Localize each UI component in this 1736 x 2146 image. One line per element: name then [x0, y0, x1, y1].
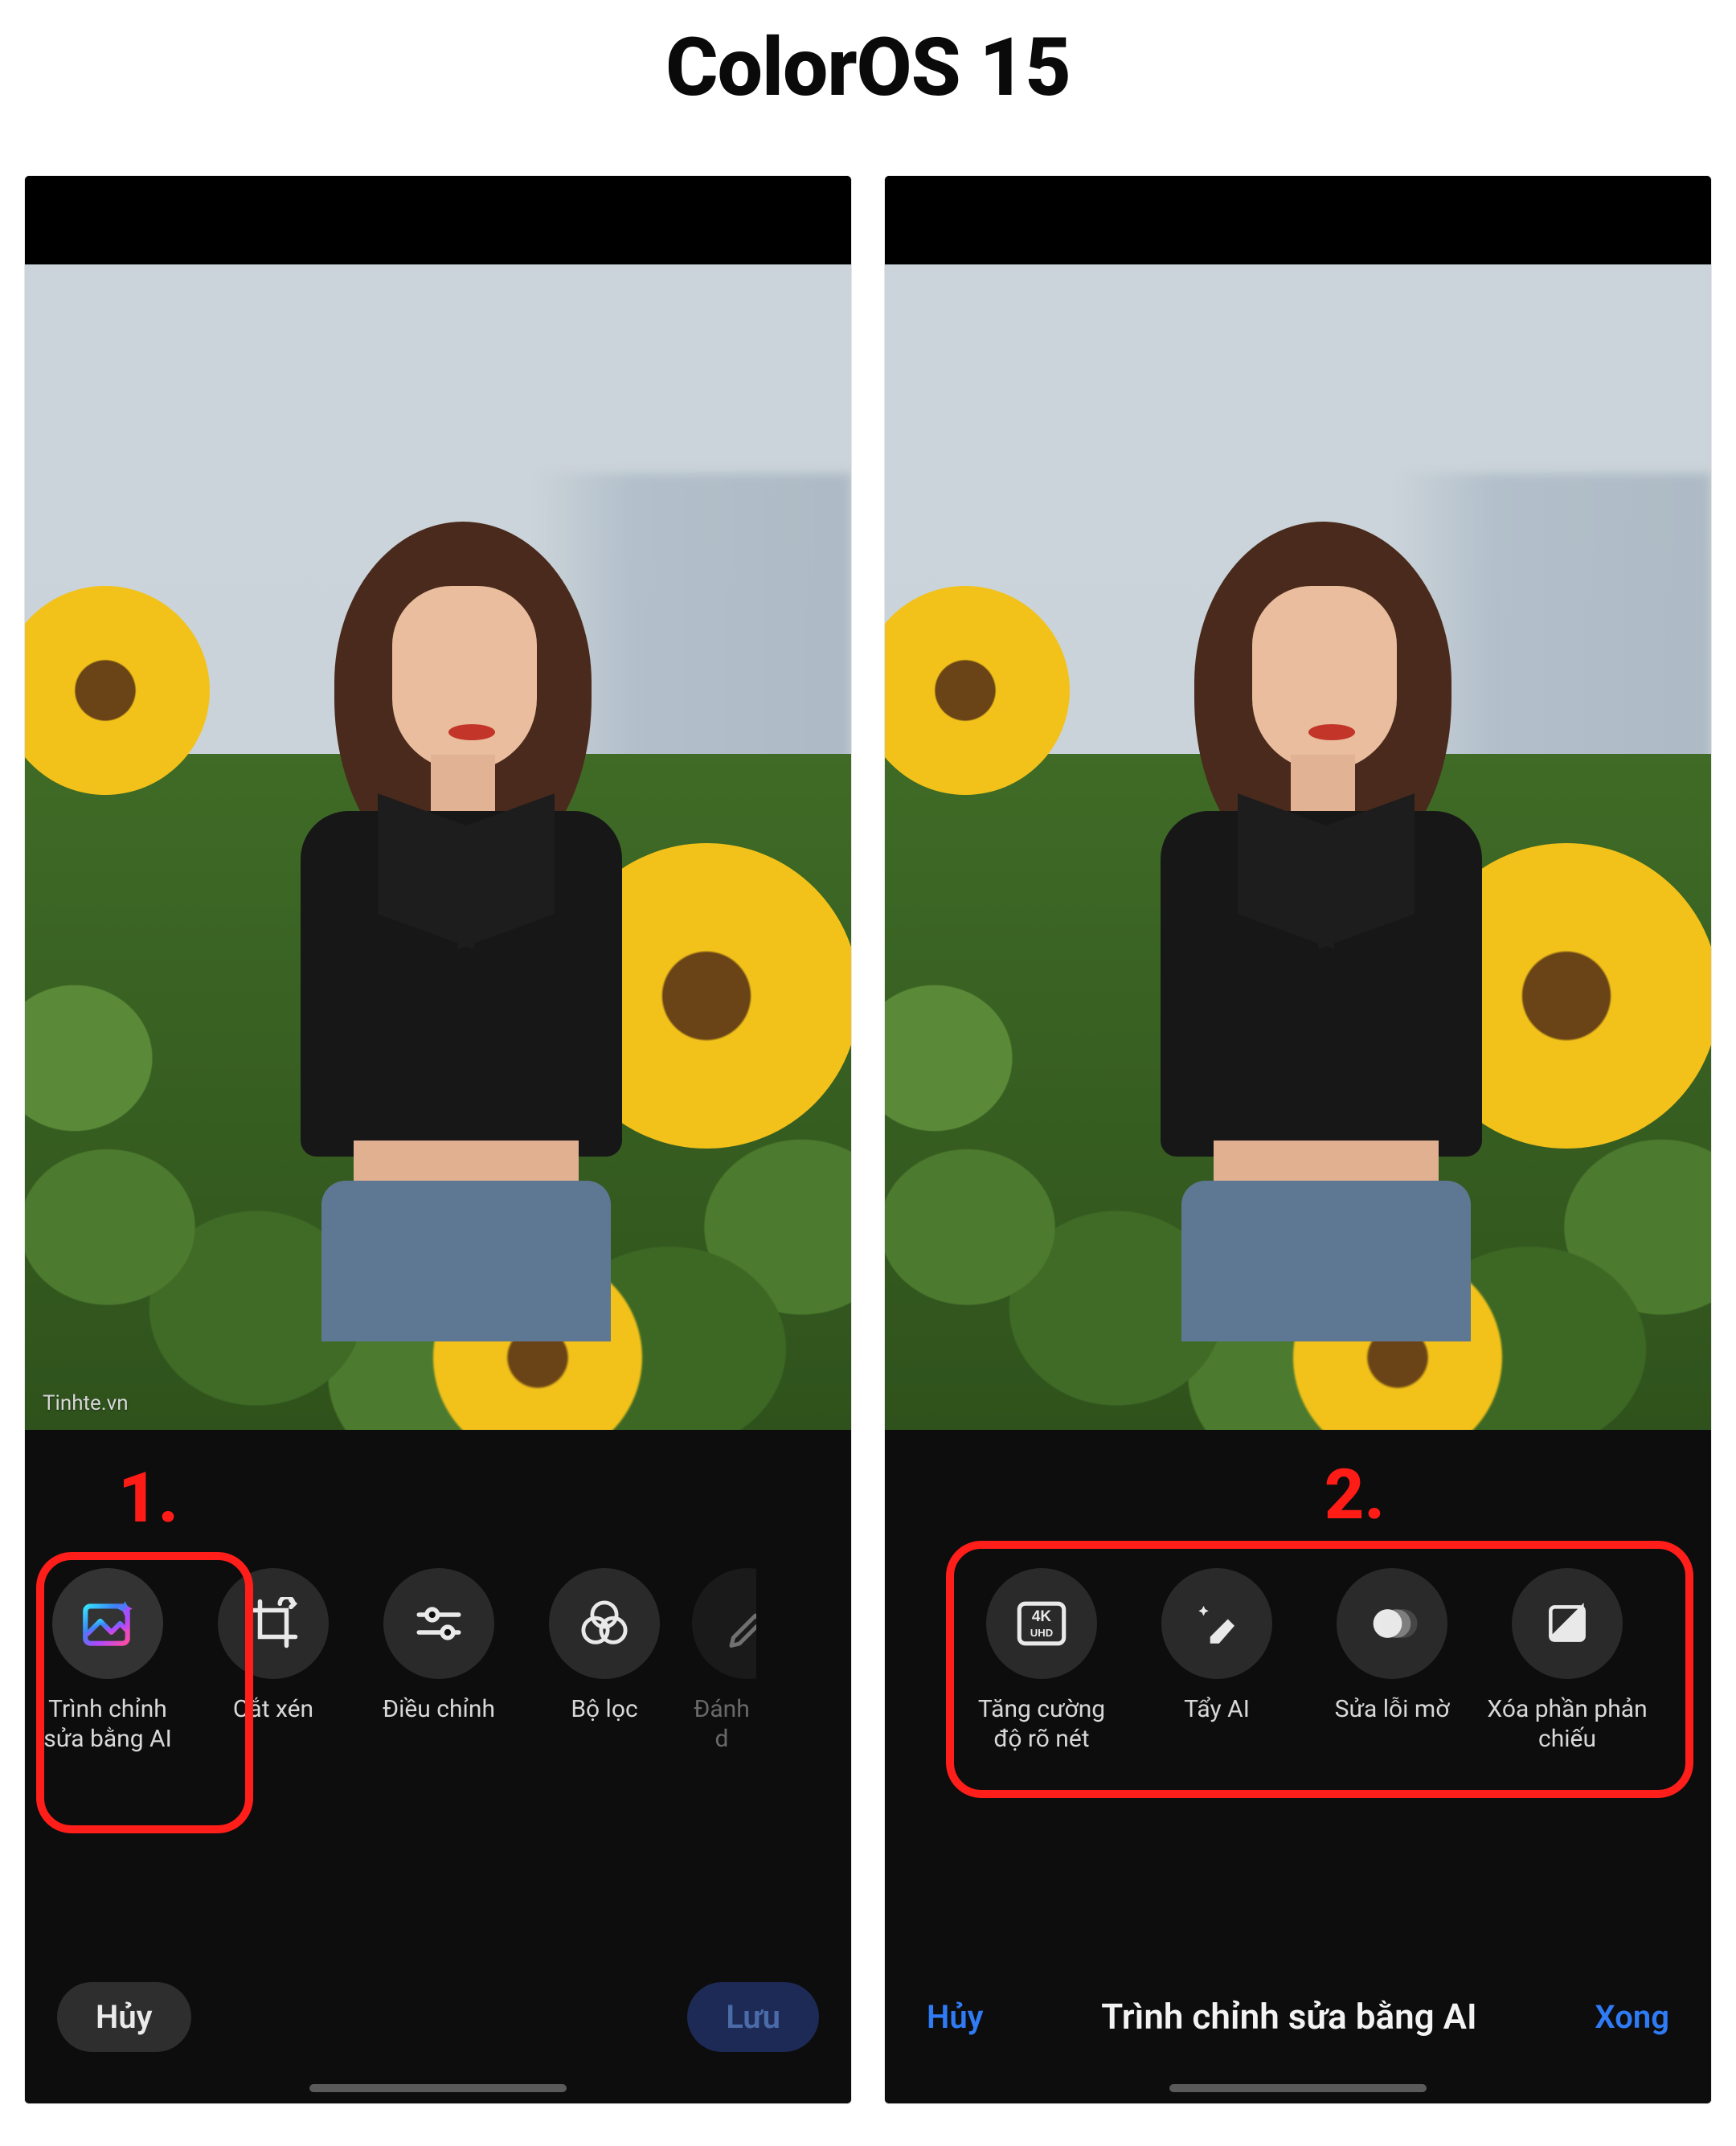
edited-photo-preview[interactable]	[885, 264, 1711, 1430]
tool-adjust[interactable]: Điều chỉnh	[356, 1568, 522, 1725]
panel-title: Trình chỉnh sửa bằng AI	[984, 1996, 1595, 2037]
sliders-icon	[383, 1568, 494, 1679]
tool-label: Điều chỉnh	[383, 1695, 495, 1725]
tool-label: Sửa lỗi mờ	[1335, 1695, 1450, 1725]
tool-ai-eraser[interactable]: Tẩy AI	[1129, 1568, 1304, 1725]
phone-screenshot-left: Tinhte.vn 1.	[24, 175, 852, 2104]
ai-sparkle-frame-icon	[52, 1568, 163, 1679]
tool-label: Tẩy AI	[1184, 1695, 1250, 1725]
crop-icon	[218, 1568, 329, 1679]
page-title: ColorOS 15	[0, 21, 1736, 115]
annotation-step-number: 1.	[118, 1457, 178, 1538]
ai-editor-footer-bar: Hủy Trình chỉnh sửa bằng AI Xong	[885, 1968, 1711, 2065]
tool-markup[interactable]: Đánh d	[687, 1568, 756, 1754]
watermark-text: Tinhte.vn	[43, 1391, 129, 1415]
tool-ai-editor[interactable]: Trình chỉnh sửa bằng AI	[25, 1568, 190, 1754]
cancel-button[interactable]: Hủy	[927, 1998, 984, 2036]
tool-label: Tăng cường độ rõ nét	[961, 1695, 1122, 1754]
editor-footer-bar: Hủy Lưu	[25, 1968, 851, 2065]
phone-screenshot-right: 2. 4K UHD Tăng cường độ rõ nét	[884, 175, 1712, 2104]
tool-remove-reflection[interactable]: Xóa phần phản chiếu	[1480, 1568, 1655, 1754]
tool-deblur[interactable]: Sửa lỗi mờ	[1304, 1568, 1480, 1725]
tool-label: Bộ lọc	[571, 1695, 637, 1725]
screenshot-pair: Tinhte.vn 1.	[24, 175, 1712, 2104]
filter-circles-icon	[549, 1568, 660, 1679]
ai-tools-row[interactable]: 4K UHD Tăng cường độ rõ nét Tẩy AI	[885, 1568, 1711, 1793]
photo-subject-person	[289, 489, 635, 1333]
editor-bottom-panel: 1.	[25, 1430, 851, 2103]
fourk-uhd-icon: 4K UHD	[986, 1568, 1097, 1679]
save-button[interactable]: Lưu	[687, 1982, 819, 2052]
status-bar	[25, 176, 851, 264]
split-square-icon	[1512, 1568, 1623, 1679]
svg-text:UHD: UHD	[1030, 1627, 1053, 1639]
status-bar	[885, 176, 1711, 264]
photo-subject-person	[1149, 489, 1495, 1333]
done-button[interactable]: Xong	[1595, 1998, 1669, 2036]
cancel-button[interactable]: Hủy	[57, 1982, 191, 2052]
edited-photo-preview[interactable]: Tinhte.vn	[25, 264, 851, 1430]
tool-filter[interactable]: Bộ lọc	[522, 1568, 687, 1725]
tool-label: Cắt xén	[233, 1695, 313, 1725]
home-indicator[interactable]	[309, 2084, 567, 2092]
tool-crop[interactable]: Cắt xén	[190, 1568, 356, 1725]
tool-label: Đánh d	[687, 1695, 756, 1754]
ai-editor-bottom-panel: 2. 4K UHD Tăng cường độ rõ nét	[885, 1430, 1711, 2103]
tool-label: Trình chỉnh sửa bằng AI	[27, 1695, 188, 1754]
home-indicator[interactable]	[1169, 2084, 1427, 2092]
annotation-step-number: 2.	[1325, 1454, 1385, 1535]
blur-circle-icon	[1337, 1568, 1447, 1679]
tool-sharpen[interactable]: 4K UHD Tăng cường độ rõ nét	[954, 1568, 1129, 1754]
eraser-sparkle-icon	[1161, 1568, 1272, 1679]
pencil-icon	[692, 1568, 756, 1679]
svg-text:4K: 4K	[1032, 1608, 1052, 1625]
editor-tools-scroller[interactable]: Trình chỉnh sửa bằng AI Cắt xén	[25, 1568, 851, 1793]
tool-label: Xóa phần phản chiếu	[1487, 1695, 1648, 1754]
